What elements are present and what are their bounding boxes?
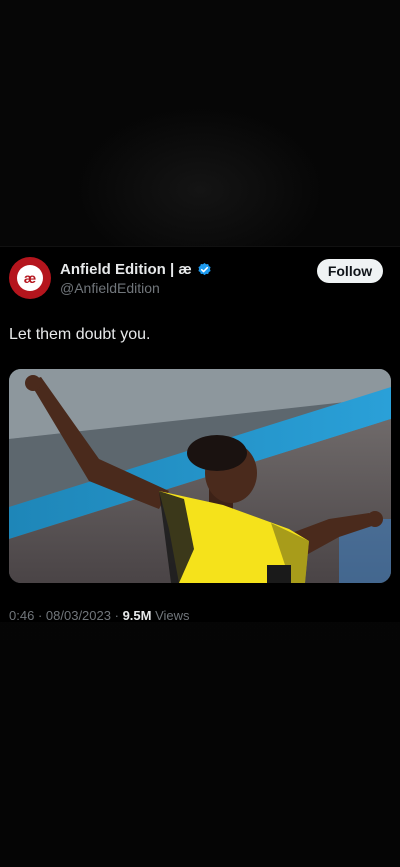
author-display-name[interactable]: Anfield Edition | æ (60, 261, 192, 278)
video-duration: 0:46 (9, 608, 35, 623)
follow-button[interactable]: Follow (317, 259, 383, 283)
meta-separator-2: · (114, 608, 119, 623)
app-screen: æ Anfield Edition | æ @AnfieldEdition Fo… (0, 0, 400, 867)
tweet-text: Let them doubt you. (9, 326, 151, 343)
tweet-card[interactable]: æ Anfield Edition | æ @AnfieldEdition Fo… (0, 246, 400, 623)
author-handle[interactable]: @AnfieldEdition (60, 280, 160, 296)
tweet-media-image[interactable] (9, 369, 391, 583)
verified-badge-icon (197, 262, 212, 277)
avatar[interactable]: æ (9, 257, 51, 299)
author-name-row[interactable]: Anfield Edition | æ (60, 261, 212, 278)
meta-separator: · (37, 608, 43, 623)
views-count[interactable]: 9.5M (123, 608, 152, 623)
views-label: Views (155, 608, 190, 623)
tweet-meta: 0:46 · 08/03/2023 · 9.5M Views (9, 608, 190, 623)
avatar-logo: æ (17, 265, 43, 291)
post-date[interactable]: 08/03/2023 (46, 608, 111, 623)
photo-illustration (9, 369, 391, 583)
